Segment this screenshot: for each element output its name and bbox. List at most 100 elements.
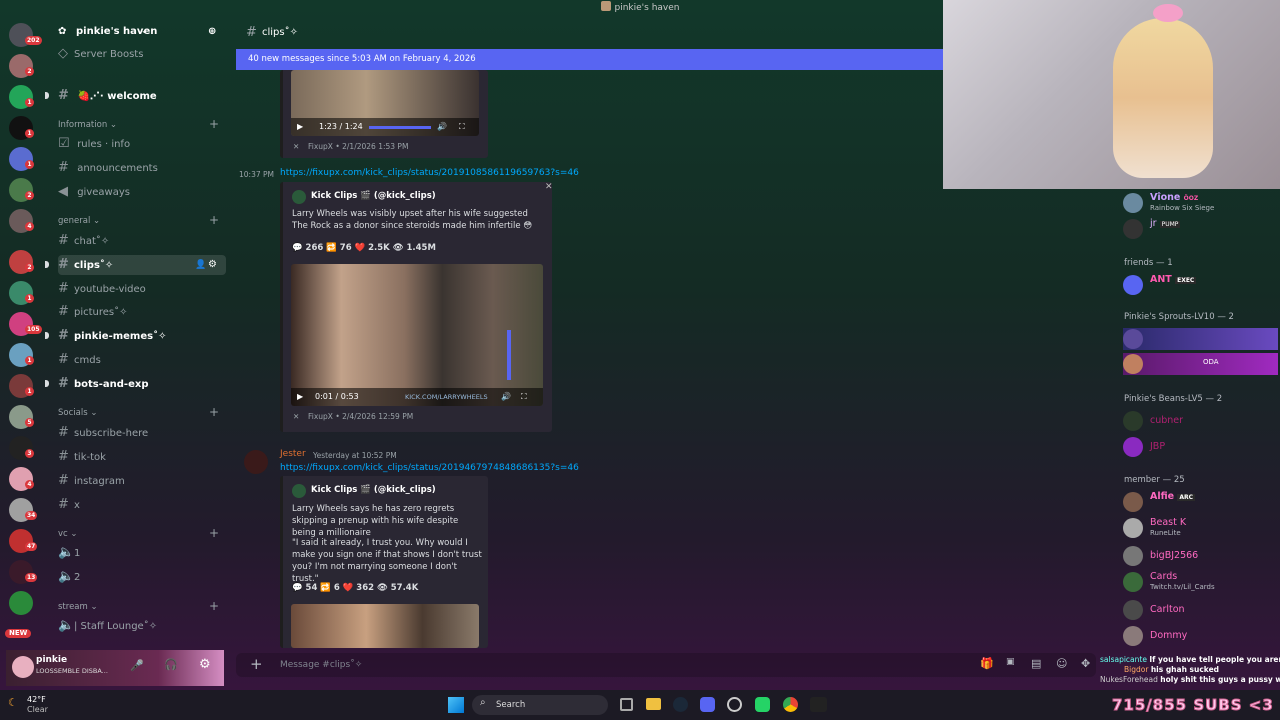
member-item[interactable]: Beast K RuneLite <box>1123 517 1278 539</box>
channel-clips[interactable]: # clips˚✧ 👤 ⚙ <box>58 255 226 275</box>
member-name: Vîone ÖOZ <box>1150 192 1199 203</box>
task-view-icon[interactable] <box>620 698 633 711</box>
category-general[interactable]: general ⌄ <box>58 216 100 226</box>
emoji-icon[interactable]: ☺ <box>1056 657 1067 670</box>
play-icon[interactable]: ▶ <box>297 118 303 136</box>
start-icon[interactable] <box>448 697 464 713</box>
channel-youtube-video[interactable]: # youtube-video <box>58 279 146 299</box>
video-player[interactable]: ▶ 0:01 / 0:53 KICK.COM/LARRYWHEELS 🔊 ⛶ <box>291 264 543 406</box>
new-messages-bar[interactable]: 40 new messages since 5:03 AM on Februar… <box>236 49 943 70</box>
channel-pictures[interactable]: # pictures˚✧ <box>58 302 128 322</box>
hash-icon: # <box>246 25 257 40</box>
add-attachment-icon[interactable]: + <box>250 655 263 673</box>
headphones-icon[interactable]: 🎧 <box>164 658 178 671</box>
category-vc[interactable]: vc ⌄ <box>58 529 78 539</box>
discord-icon[interactable] <box>700 697 715 712</box>
member-item[interactable]: ODA <box>1123 353 1278 375</box>
video-progress[interactable] <box>369 126 431 129</box>
channel-label: welcome <box>107 91 157 102</box>
channel-welcome[interactable]: # 🍓⋰· welcome <box>58 86 157 106</box>
channel-giveaways[interactable]: ◀ giveaways <box>58 182 130 202</box>
member-item[interactable]: bigBJ2566 <box>1123 545 1278 567</box>
guild-header[interactable]: ✿ pinkie's haven ⌄ ⊕ <box>44 26 230 40</box>
volume-slider[interactable] <box>507 330 511 380</box>
microphone-icon[interactable]: 🎤 <box>130 659 144 672</box>
avatar <box>1123 492 1143 512</box>
message-link[interactable]: https://fixupx.com/kick_clips/status/201… <box>280 168 579 178</box>
avatar[interactable] <box>244 450 268 474</box>
embed-author[interactable]: Kick Clips 🎬 (@kick_clips) <box>311 485 436 495</box>
gear-icon[interactable]: ⚙ <box>208 255 217 275</box>
gif-icon[interactable]: ▣ <box>1006 657 1015 667</box>
close-icon[interactable]: ✕ <box>545 182 553 192</box>
member-item[interactable]: cubner <box>1123 410 1278 432</box>
volume-icon[interactable]: 🔊 <box>501 388 511 406</box>
message-link[interactable]: https://fixupx.com/kick_clips/status/201… <box>280 463 579 473</box>
message-author[interactable]: Jester <box>280 449 306 459</box>
member-item[interactable]: Alfie ARC <box>1123 491 1278 513</box>
member-item[interactable]: Vîone ÖOZ Rainbow Six Siege <box>1123 192 1278 214</box>
avatar[interactable] <box>12 656 34 678</box>
message-input[interactable]: Message #clips˚✧ <box>280 660 362 670</box>
add-channel-icon[interactable]: + <box>209 213 219 227</box>
channel-pinkie-memes[interactable]: # pinkie-memes˚✧ <box>58 326 166 346</box>
category-stream[interactable]: stream ⌄ <box>58 602 98 612</box>
channel-x[interactable]: # x <box>58 495 80 515</box>
image-thumbnail[interactable] <box>291 604 479 648</box>
kick-app-icon[interactable] <box>810 697 827 712</box>
member-list: Vîone ÖOZ Rainbow Six Siege jr PUMP frie… <box>1115 188 1280 688</box>
channel-bots-and-exp[interactable]: # bots-and-exp <box>58 374 148 394</box>
member-item[interactable]: Carlton <box>1123 599 1278 621</box>
member-item[interactable]: Cards Twitch.tv/Lil_Cards <box>1123 571 1278 593</box>
member-item[interactable]: ANT EXEC <box>1123 274 1278 296</box>
channel-tik-tok[interactable]: # tik-tok <box>58 447 106 467</box>
category-socials[interactable]: Socials ⌄ <box>58 408 97 418</box>
server-badge: 202 <box>25 36 42 45</box>
member-tag: EXEC <box>1175 277 1197 284</box>
volume-icon[interactable]: 🔊 <box>437 118 447 136</box>
channel-instagram[interactable]: # instagram <box>58 471 125 491</box>
server-icon[interactable] <box>9 591 33 615</box>
obs-icon[interactable] <box>727 697 742 712</box>
add-channel-icon[interactable]: + <box>209 405 219 419</box>
member-item[interactable]: Dommy <box>1123 625 1278 647</box>
channel-announcements[interactable]: # announcements <box>58 158 158 178</box>
search-box[interactable]: ⌕ Search <box>472 695 608 715</box>
member-item[interactable]: JBP <box>1123 436 1278 458</box>
sticker-icon[interactable]: ▤ <box>1031 657 1041 670</box>
apps-icon[interactable]: ✥ <box>1081 657 1090 670</box>
weather-temp[interactable]: 42°F <box>27 695 46 704</box>
settings-gear-icon[interactable]: ⚙ <box>199 657 211 672</box>
member-item[interactable] <box>1123 328 1278 350</box>
video-time: 1:23 / 1:24 <box>319 122 363 131</box>
server-boosts[interactable]: ◇ Server Boosts <box>58 44 143 64</box>
add-member-icon[interactable]: 👤 <box>195 255 206 275</box>
add-channel-icon[interactable]: + <box>209 526 219 540</box>
voice-channel-2[interactable]: 🔈2 <box>58 567 80 587</box>
channel-rules[interactable]: ☑ rules · info <box>58 134 130 154</box>
file-explorer-icon[interactable] <box>646 698 661 710</box>
gift-icon[interactable]: 🎁 <box>980 657 994 670</box>
speaker-icon: 🔈 <box>58 545 75 560</box>
video-thumbnail[interactable]: ▶ 1:23 / 1:24 🔊 ⛶ <box>291 70 479 136</box>
play-icon[interactable]: ▶ <box>297 388 303 406</box>
voice-channel-staff-lounge[interactable]: 🔈| Staff Lounge˚✧ <box>58 616 157 636</box>
member-item[interactable]: jr PUMP <box>1123 218 1278 240</box>
fullscreen-icon[interactable]: ⛶ <box>521 388 527 406</box>
voice-channel-1[interactable]: 🔈1 <box>58 543 80 563</box>
channel-subscribe-here[interactable]: # subscribe-here <box>58 423 148 443</box>
fullscreen-icon[interactable]: ⛶ <box>459 118 465 136</box>
invite-icon[interactable]: ⊕ <box>208 26 216 37</box>
app-icon <box>600 1 611 11</box>
channel-chat[interactable]: # chat˚✧ <box>58 231 109 251</box>
channel-cmds[interactable]: # cmds <box>58 350 101 370</box>
steam-icon[interactable] <box>673 697 688 712</box>
chat-header: # clips˚✧ <box>236 22 943 44</box>
embed-author[interactable]: Kick Clips 🎬 (@kick_clips) <box>311 191 436 201</box>
add-channel-icon[interactable]: + <box>209 599 219 613</box>
category-information[interactable]: Information ⌄ <box>58 120 117 130</box>
add-channel-icon[interactable]: + <box>209 117 219 131</box>
chrome-icon[interactable] <box>783 697 798 712</box>
app-icon[interactable] <box>755 697 770 712</box>
server-badge: 2 <box>25 263 34 272</box>
